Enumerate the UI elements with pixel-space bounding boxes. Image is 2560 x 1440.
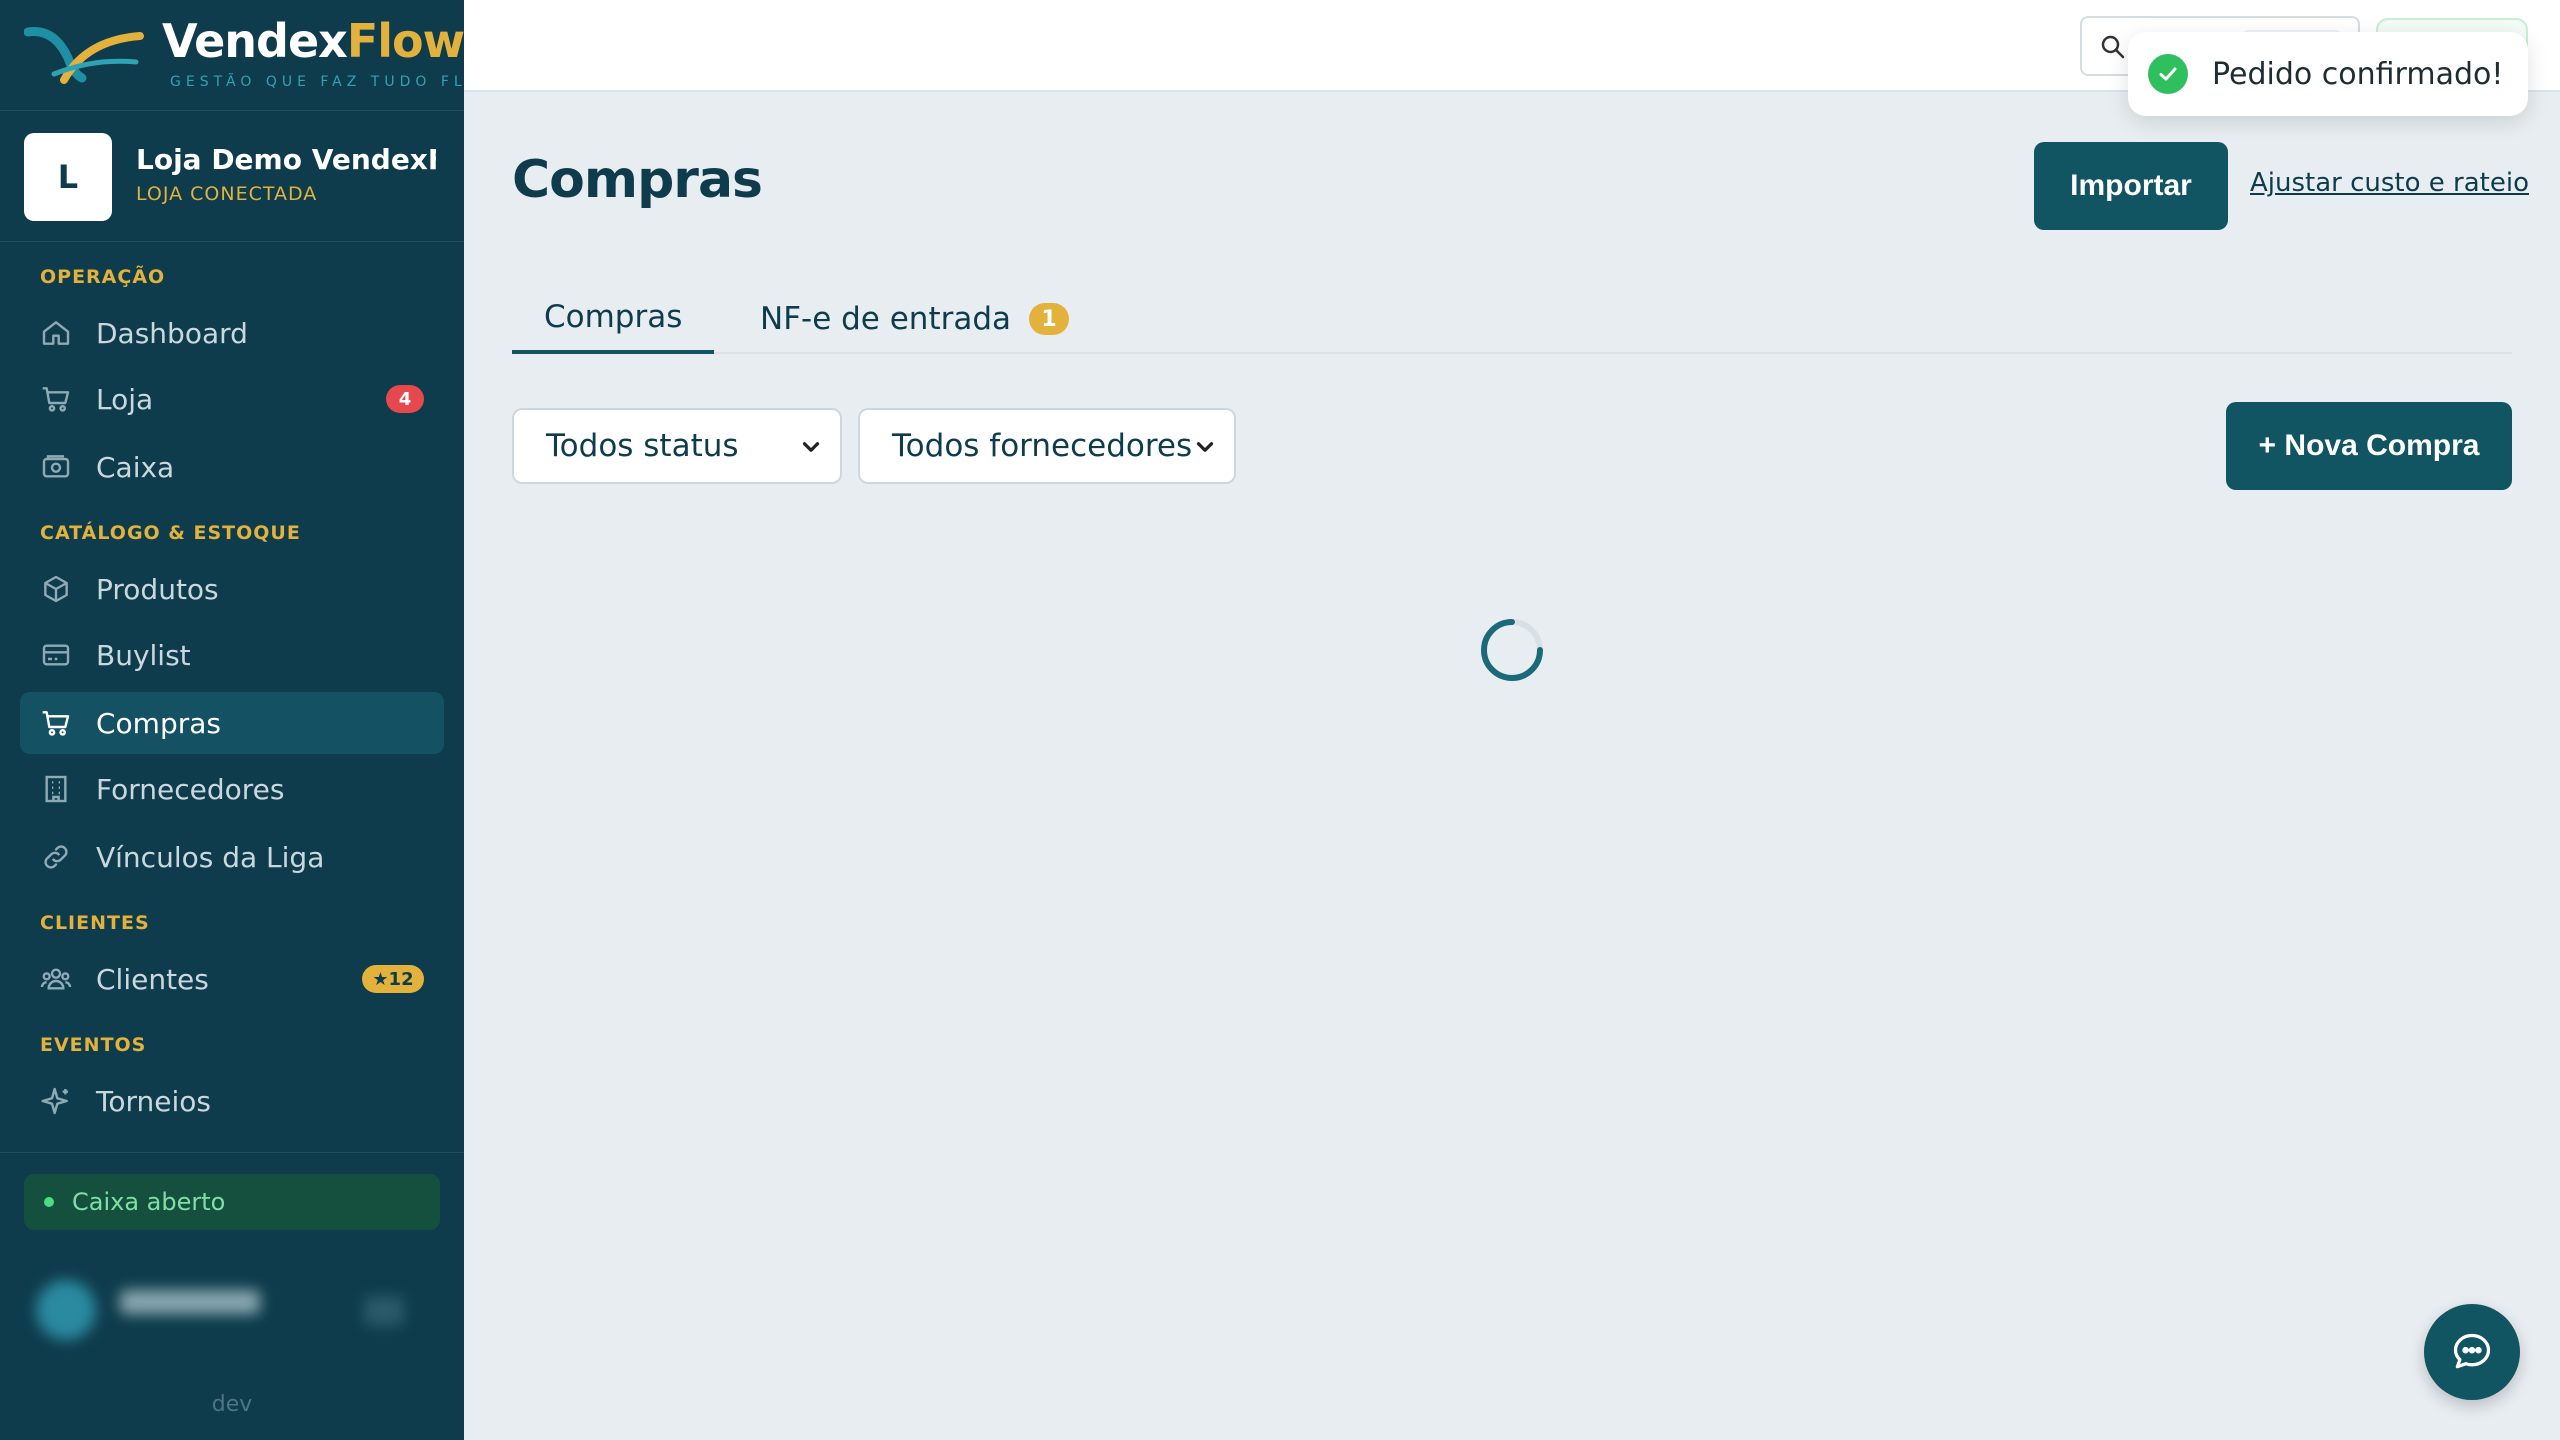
loading-spinner-icon bbox=[1481, 619, 1543, 681]
search-icon bbox=[2101, 35, 2125, 59]
sparkle-icon bbox=[41, 1087, 68, 1115]
sidebar-item-label: Produtos bbox=[96, 572, 219, 606]
sidebar-divider bbox=[0, 1152, 464, 1153]
section-label-clientes: CLIENTES bbox=[40, 912, 150, 934]
check-circle-icon bbox=[2148, 54, 2188, 94]
store-selector[interactable]: L Loja Demo VendexFl... LOJA CONECTADA bbox=[0, 110, 464, 242]
status-dot-icon bbox=[44, 1197, 54, 1207]
sidebar-item-label: Torneios bbox=[96, 1084, 211, 1118]
sidebar-item-vinculos-da-liga[interactable]: Vínculos da Liga bbox=[20, 826, 444, 888]
store-name: Loja Demo VendexFl... bbox=[136, 143, 436, 176]
brand-name-part1: Vendex bbox=[162, 14, 348, 68]
success-toast: Pedido confirmado! bbox=[2128, 32, 2528, 116]
sidebar: VendexFlow GESTÃO QUE FAZ TUDO FLUIR L L… bbox=[0, 0, 500, 1440]
home-icon bbox=[42, 321, 70, 345]
sidebar-item-fornecedores[interactable]: Fornecedores bbox=[20, 758, 444, 820]
user-profile-blurred[interactable] bbox=[24, 1270, 440, 1350]
store-status: LOJA CONECTADA bbox=[136, 183, 318, 205]
cash-status-label: Caixa aberto bbox=[72, 1188, 226, 1216]
chevron-down-icon bbox=[1196, 442, 1214, 452]
section-label-catalogo: CATÁLOGO & ESTOQUE bbox=[40, 522, 301, 544]
user-menu-blurred bbox=[364, 1296, 404, 1326]
sidebar-item-label: Vínculos da Liga bbox=[96, 840, 325, 874]
cart-icon bbox=[42, 711, 70, 736]
sidebar-item-buylist[interactable]: Buylist bbox=[20, 624, 444, 686]
brand-logo[interactable]: VendexFlow GESTÃO QUE FAZ TUDO FLUIR bbox=[24, 14, 500, 94]
cart-icon bbox=[42, 387, 70, 412]
tab-label: Compras bbox=[544, 299, 683, 335]
sidebar-item-label: Buylist bbox=[96, 638, 191, 672]
sidebar-item-label: Fornecedores bbox=[96, 772, 285, 806]
cash-register-icon bbox=[42, 455, 70, 478]
sidebar-item-label: Loja bbox=[96, 382, 154, 416]
adjust-cost-link[interactable]: Ajustar custo e rateio bbox=[2250, 168, 2529, 198]
notification-badge: 4 bbox=[386, 385, 424, 413]
section-label-eventos: EVENTOS bbox=[40, 1034, 147, 1056]
status-filter-value: Todos status bbox=[546, 428, 739, 464]
tab-compras[interactable]: Compras bbox=[512, 284, 715, 354]
avatar bbox=[36, 1280, 96, 1340]
section-label-operacao: OPERAÇÃO bbox=[40, 266, 166, 288]
new-purchase-button[interactable]: + Nova Compra bbox=[2226, 402, 2512, 490]
supplier-filter-select[interactable]: Todos fornecedores bbox=[858, 408, 1236, 484]
sidebar-item-dashboard[interactable]: Dashboard bbox=[20, 302, 444, 364]
vip-count-badge: ★12 bbox=[362, 965, 424, 993]
brand-tagline: GESTÃO QUE FAZ TUDO FLUIR bbox=[170, 74, 506, 90]
card-icon bbox=[42, 644, 70, 666]
sidebar-item-loja[interactable]: Loja 4 bbox=[20, 368, 444, 430]
building-icon bbox=[45, 775, 67, 803]
sidebar-item-label: Dashboard bbox=[96, 316, 248, 350]
cash-status-indicator[interactable]: Caixa aberto bbox=[24, 1174, 440, 1230]
sidebar-item-clientes[interactable]: Clientes ★12 bbox=[20, 948, 444, 1010]
users-icon bbox=[40, 968, 72, 990]
status-filter-select[interactable]: Todos status bbox=[512, 408, 842, 484]
chat-icon bbox=[2453, 1333, 2491, 1369]
logo-mark-icon bbox=[24, 27, 144, 84]
store-avatar: L bbox=[24, 133, 112, 221]
toast-message: Pedido confirmado! bbox=[2212, 56, 2504, 92]
environment-label: dev bbox=[211, 1392, 253, 1417]
sidebar-item-label: Compras bbox=[96, 706, 221, 740]
tab-bar: Compras NF-e de entrada 1 bbox=[512, 284, 2512, 354]
user-name-blurred bbox=[120, 1290, 260, 1314]
sidebar-item-caixa[interactable]: Caixa bbox=[20, 436, 444, 498]
chevron-down-icon bbox=[802, 442, 820, 452]
chat-button[interactable] bbox=[2424, 1304, 2520, 1400]
sidebar-item-compras[interactable]: Compras bbox=[20, 692, 444, 754]
box-icon bbox=[44, 575, 68, 603]
link-icon bbox=[44, 845, 68, 869]
supplier-filter-value: Todos fornecedores bbox=[892, 428, 1193, 464]
sidebar-item-produtos[interactable]: Produtos bbox=[20, 558, 444, 620]
brand-name-part2: Flow bbox=[346, 14, 465, 68]
tab-nfe-entrada[interactable]: NF-e de entrada 1 bbox=[748, 284, 1081, 354]
sidebar-item-label: Clientes bbox=[96, 962, 209, 996]
sidebar-item-label: Caixa bbox=[96, 450, 175, 484]
import-button[interactable]: Importar bbox=[2034, 142, 2228, 230]
sidebar-item-torneios[interactable]: Torneios bbox=[20, 1070, 444, 1132]
tab-label: NF-e de entrada bbox=[760, 301, 1012, 337]
tab-count-badge: 1 bbox=[1029, 303, 1070, 335]
page-title: Compras bbox=[512, 150, 763, 210]
